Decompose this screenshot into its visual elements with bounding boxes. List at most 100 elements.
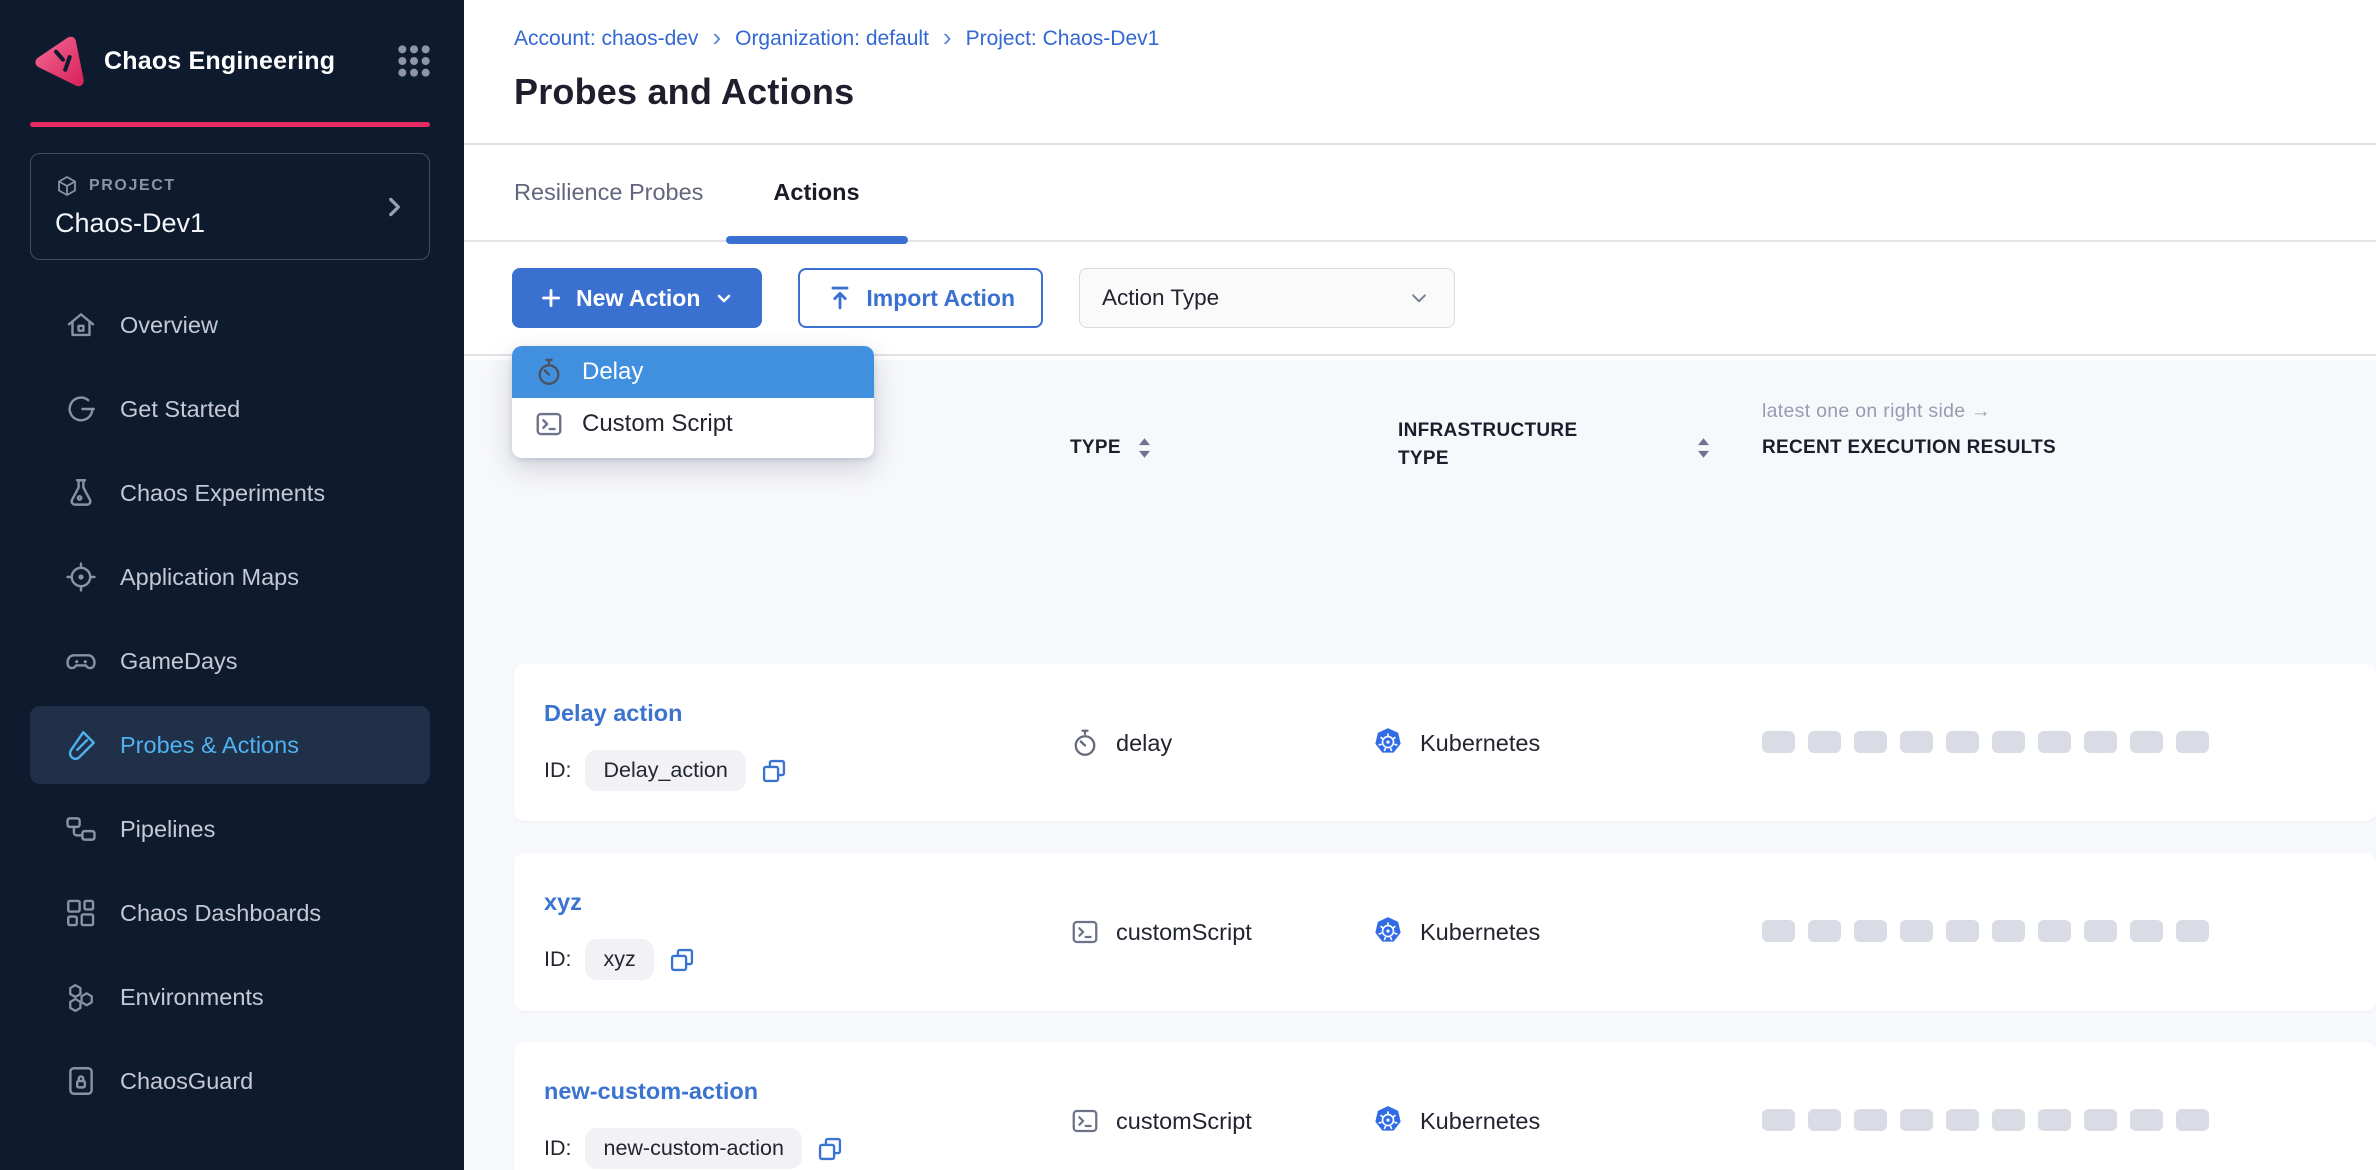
action-type-cell: customScript: [1070, 1102, 1252, 1140]
tab-resilience-probes[interactable]: Resilience Probes: [514, 145, 703, 240]
execution-result-placeholder: [1992, 731, 2025, 753]
action-id: ID: Delay_action: [544, 750, 788, 791]
page-header: Account: chaos-dev › Organization: defau…: [464, 0, 2376, 145]
terminal-icon: [1070, 917, 1100, 947]
execution-result-placeholder: [2038, 731, 2071, 753]
gamepad-icon: [64, 644, 98, 678]
action-name-link[interactable]: Delay action: [544, 700, 682, 727]
sidebar-item-environments[interactable]: Environments: [0, 955, 464, 1039]
execution-result-placeholder: [2084, 920, 2117, 942]
sidebar-item-label: Chaos Experiments: [120, 480, 325, 507]
lock-icon: [64, 1064, 98, 1098]
breadcrumb-separator: ›: [943, 24, 952, 54]
execution-result-placeholder: [2176, 1109, 2209, 1131]
import-icon: [826, 284, 854, 312]
sidebar-item-label: Overview: [120, 312, 218, 339]
column-header-type[interactable]: TYPE: [1070, 437, 1152, 459]
execution-result-placeholder: [2176, 731, 2209, 753]
sidebar-item-chaos-dashboards[interactable]: Chaos Dashboards: [0, 871, 464, 955]
action-name-link[interactable]: xyz: [544, 889, 582, 916]
menu-item-custom-script[interactable]: Custom Script: [512, 398, 874, 450]
action-type-select[interactable]: Action Type: [1079, 268, 1455, 328]
tab-bar: Resilience Probes Actions: [464, 145, 2376, 242]
execution-result-placeholder: [2176, 920, 2209, 942]
cube-icon: [55, 174, 79, 198]
sidebar-nav: Overview Get Started Chaos Experiments A…: [0, 283, 464, 1123]
table-row[interactable]: new-custom-action ID: new-custom-action …: [514, 1042, 2376, 1170]
infrastructure-cell: Kubernetes: [1372, 1100, 1540, 1142]
kubernetes-icon: [1372, 727, 1404, 759]
breadcrumb-organization[interactable]: Organization: default: [735, 27, 929, 51]
sidebar-item-application-maps[interactable]: Application Maps: [0, 535, 464, 619]
execution-result-placeholder: [1808, 920, 1841, 942]
copy-icon[interactable]: [816, 1135, 844, 1163]
table-row[interactable]: xyz ID: xyz customScript: [514, 853, 2376, 1011]
flask-icon: [64, 476, 98, 510]
recent-execution-results: [1762, 1109, 2209, 1131]
brand-row: Chaos Engineering: [0, 0, 464, 122]
breadcrumb-project[interactable]: Project: Chaos-Dev1: [966, 27, 1160, 51]
copy-icon[interactable]: [760, 757, 788, 785]
app-grid-icon[interactable]: [394, 41, 434, 81]
infrastructure-cell: Kubernetes: [1372, 722, 1540, 764]
execution-result-placeholder: [1808, 1109, 1841, 1131]
stopwatch-icon: [534, 357, 564, 387]
action-type-value: Action Type: [1102, 285, 1219, 311]
sidebar-item-label: Get Started: [120, 396, 240, 423]
action-type-cell: customScript: [1070, 913, 1252, 951]
table-row[interactable]: Delay action ID: Delay_action delay: [514, 664, 2376, 821]
execution-result-placeholder: [1854, 731, 1887, 753]
action-id: ID: xyz: [544, 939, 696, 980]
sidebar-item-chaos-experiments[interactable]: Chaos Experiments: [0, 451, 464, 535]
sidebar-item-label: GameDays: [120, 648, 238, 675]
terminal-icon: [534, 409, 564, 439]
project-label: PROJECT: [89, 177, 176, 195]
brand-accent-bar: [30, 122, 430, 127]
execution-result-placeholder: [1992, 1109, 2025, 1131]
sidebar-item-chaosguard[interactable]: ChaosGuard: [0, 1039, 464, 1123]
sidebar-item-probes-actions[interactable]: Probes & Actions: [0, 703, 464, 787]
sidebar-item-label: Probes & Actions: [120, 732, 299, 759]
execution-result-placeholder: [1900, 1109, 1933, 1131]
execution-result-placeholder: [2084, 731, 2117, 753]
sidebar-item-label: Environments: [120, 984, 264, 1011]
project-selector[interactable]: PROJECT Chaos-Dev1: [30, 153, 430, 260]
get-started-icon: [64, 392, 98, 426]
execution-result-placeholder: [1762, 1109, 1795, 1131]
main-content: Account: chaos-dev › Organization: defau…: [464, 0, 2376, 1170]
new-action-button[interactable]: New Action: [512, 268, 762, 328]
execution-result-placeholder: [2130, 1109, 2163, 1131]
chevron-right-icon: [381, 194, 407, 220]
sort-icon[interactable]: [1696, 437, 1711, 459]
kubernetes-icon: [1372, 1105, 1404, 1137]
toolbar: New Action Import Action Action Type: [464, 242, 2376, 356]
execution-result-placeholder: [1900, 920, 1933, 942]
sidebar-item-get-started[interactable]: Get Started: [0, 367, 464, 451]
sort-icon[interactable]: [1137, 437, 1152, 459]
execution-result-placeholder: [1946, 731, 1979, 753]
column-header-infrastructure[interactable]: INFRASTRUCTURE TYPE: [1398, 417, 1628, 472]
import-action-button[interactable]: Import Action: [798, 268, 1043, 328]
sidebar-item-overview[interactable]: Overview: [0, 283, 464, 367]
kubernetes-icon: [1372, 916, 1404, 948]
recent-execution-results: [1762, 920, 2209, 942]
action-name-link[interactable]: new-custom-action: [544, 1078, 758, 1105]
breadcrumb-account[interactable]: Account: chaos-dev: [514, 27, 698, 51]
results-hint: latest one on right side →: [1762, 400, 2056, 423]
execution-result-placeholder: [1762, 731, 1795, 753]
sidebar-item-label: Chaos Dashboards: [120, 900, 321, 927]
menu-item-delay[interactable]: Delay: [512, 346, 874, 398]
tab-actions[interactable]: Actions: [773, 145, 859, 240]
sidebar-item-gamedays[interactable]: GameDays: [0, 619, 464, 703]
copy-icon[interactable]: [668, 946, 696, 974]
sidebar-item-pipelines[interactable]: Pipelines: [0, 787, 464, 871]
sidebar-item-label: ChaosGuard: [120, 1068, 253, 1095]
project-name: Chaos-Dev1: [55, 208, 405, 239]
recent-execution-results: [1762, 731, 2209, 753]
execution-result-placeholder: [1854, 920, 1887, 942]
home-icon: [64, 308, 98, 342]
action-id-value: xyz: [585, 939, 653, 980]
new-action-menu: Delay Custom Script: [512, 346, 874, 458]
execution-result-placeholder: [2130, 731, 2163, 753]
execution-result-placeholder: [2130, 920, 2163, 942]
